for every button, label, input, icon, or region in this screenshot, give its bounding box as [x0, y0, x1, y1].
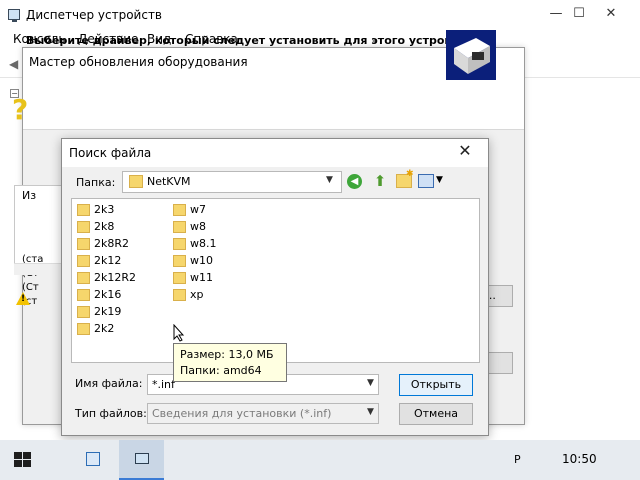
- back-arrow-icon[interactable]: ◀: [9, 57, 18, 71]
- chevron-down-icon[interactable]: ▼: [326, 175, 333, 185]
- cancel-button[interactable]: Отмена: [399, 403, 473, 425]
- maximize-button[interactable]: ☐: [563, 0, 595, 26]
- server-manager-icon: [86, 452, 100, 466]
- chevron-down-icon[interactable]: ▼: [367, 378, 374, 388]
- file-dialog: Поиск файла ✕ Папка: NetKVM ▼ ◀ ⬆ ✱ ▼ Им…: [61, 138, 489, 436]
- folder-icon: [173, 238, 186, 250]
- folder-name: w10: [190, 254, 213, 267]
- start-pane: [14, 460, 22, 467]
- chevron-down-icon[interactable]: ▼: [367, 407, 374, 417]
- folder-icon: [77, 221, 90, 233]
- folder-icon: [173, 204, 186, 216]
- folder-icon: [173, 289, 186, 301]
- file-dialog-title: Поиск файла: [69, 146, 152, 160]
- new-folder-star-icon: ✱: [406, 169, 414, 179]
- start-pane: [23, 460, 31, 467]
- folder-icon: [77, 204, 90, 216]
- folder-icon: [77, 289, 90, 301]
- folder-name: w11: [190, 271, 213, 284]
- folder-name: w8: [190, 220, 206, 233]
- chevron-down-icon[interactable]: ▼: [436, 175, 443, 185]
- folder-label: Папка:: [76, 176, 116, 189]
- folder-name: 2k16: [94, 288, 122, 301]
- wizard-title: Мастер обновления оборудования: [29, 55, 248, 69]
- folder-icon: [77, 255, 90, 267]
- folder-icon: [77, 272, 90, 284]
- wizard-header: [23, 76, 524, 130]
- back-icon[interactable]: ◀: [347, 174, 362, 189]
- close-button[interactable]: ✕: [595, 0, 627, 26]
- folder-name: 2k3: [94, 203, 115, 216]
- folder-name: 2k2: [94, 322, 115, 335]
- folder-icon: [173, 221, 186, 233]
- folder-tooltip: Размер: 13,0 МБ Папки: amd64: [173, 343, 287, 382]
- device-manager-title: Диспетчер устройств: [26, 8, 163, 22]
- start-pane: [23, 452, 31, 459]
- warning-mark: !: [21, 294, 26, 304]
- folder-name: w8.1: [190, 237, 217, 250]
- folder-icon: [77, 323, 90, 335]
- folder-name: 2k12R2: [94, 271, 137, 284]
- folder-icon: [129, 175, 143, 188]
- hardware-banner-icon: [446, 30, 496, 80]
- folder-name: 2k8R2: [94, 237, 130, 250]
- device-manager-icon: [8, 9, 20, 22]
- folder-icon: [77, 306, 90, 318]
- view-menu-icon[interactable]: [418, 174, 434, 188]
- close-icon[interactable]: ✕: [454, 141, 476, 161]
- tray-clock[interactable]: 10:50: [562, 452, 597, 466]
- tray-language-indicator[interactable]: Р: [514, 453, 521, 466]
- question-icon: ?: [12, 93, 29, 126]
- filetype-label: Тип файлов:: [75, 407, 147, 420]
- folder-name: 2k12: [94, 254, 122, 267]
- folder-icon: [173, 272, 186, 284]
- folder-name: 2k19: [94, 305, 122, 318]
- tooltip-size: Размер: 13,0 МБ: [180, 348, 274, 361]
- tooltip-folders: Папки: amd64: [180, 364, 262, 377]
- folder-name: 2k8: [94, 220, 115, 233]
- folder-value: NetKVM: [147, 175, 191, 188]
- open-button[interactable]: Открыть: [399, 374, 473, 396]
- folder-name: xp: [190, 288, 204, 301]
- wizard-heading: Выберите драйвер, который следует устано…: [26, 34, 484, 47]
- folder-name: w7: [190, 203, 206, 216]
- up-folder-icon[interactable]: ⬆: [372, 173, 388, 189]
- filetype-select[interactable]: Сведения для установки (*.inf): [147, 403, 379, 424]
- folder-icon: [173, 255, 186, 267]
- filename-label: Имя файла:: [75, 377, 143, 390]
- windows-start-icon[interactable]: [14, 452, 32, 468]
- device-manager-icon: [135, 453, 149, 464]
- folder-icon: [77, 238, 90, 250]
- driver-list-column-header[interactable]: Из: [22, 189, 36, 202]
- start-pane: [14, 452, 22, 459]
